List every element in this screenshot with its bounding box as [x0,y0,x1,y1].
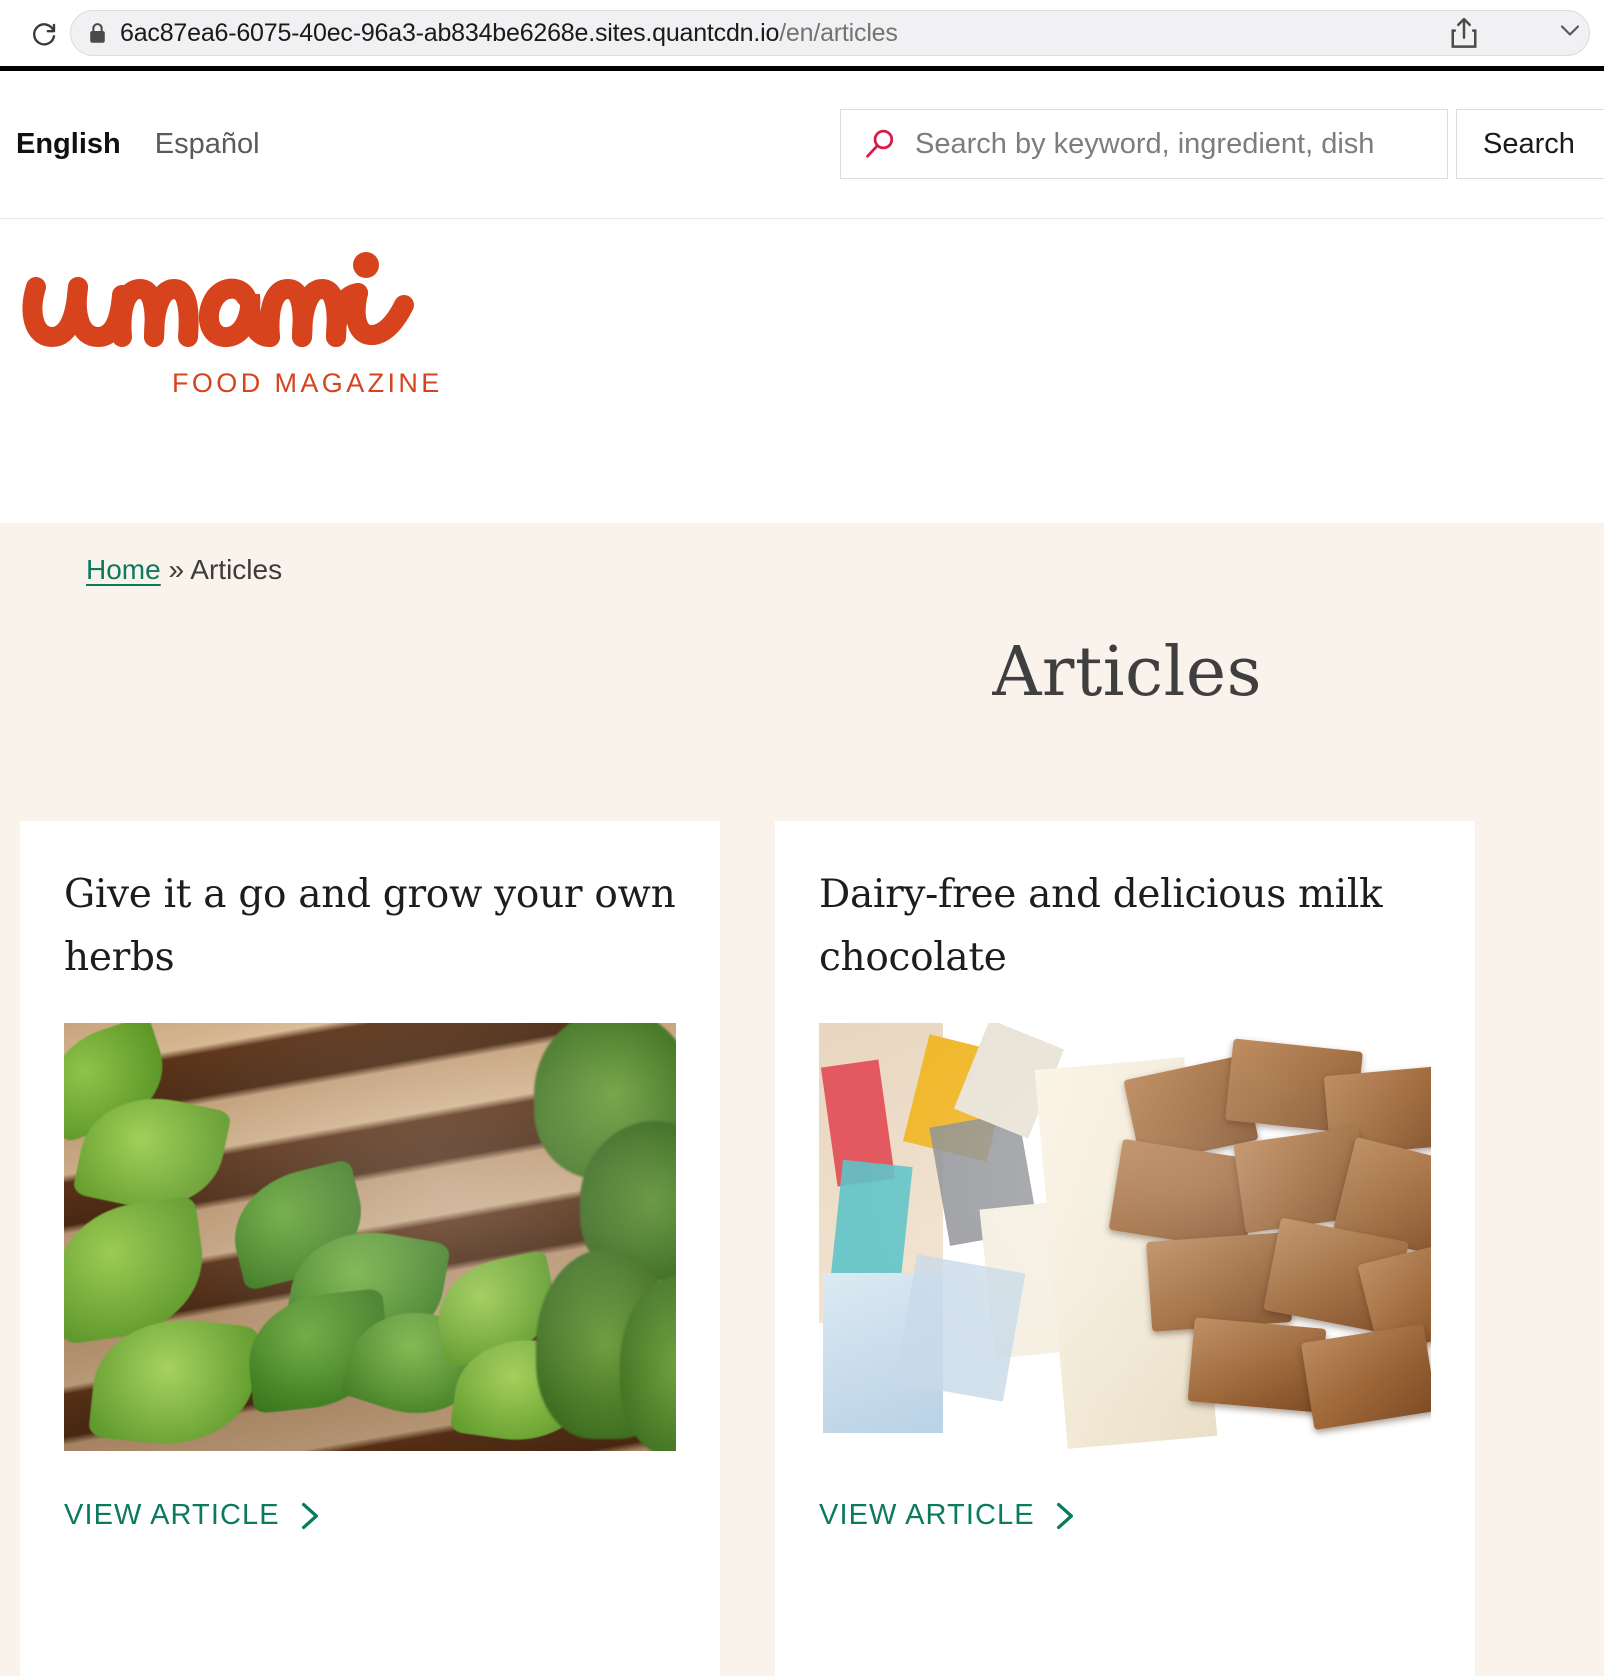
view-article-link[interactable]: VIEW ARTICLE [819,1499,1077,1532]
article-card-grid: Give it a go and grow your own herbs VIE… [20,821,1475,1676]
search-submit-button[interactable]: Search [1456,109,1604,179]
view-article-link[interactable]: VIEW ARTICLE [64,1499,322,1532]
address-bar[interactable]: 6ac87ea6-6075-40ec-96a3-ab834be6268e.sit… [70,10,1590,56]
breadcrumb: Home » Articles [86,554,282,586]
chevron-right-icon [301,1502,318,1529]
language-option-english[interactable]: English [16,128,121,161]
site-header-logo-band: FOOD MAGAZINE [0,219,1604,523]
chevron-right-icon [1056,1502,1073,1529]
umami-wordmark [22,252,414,348]
view-article-label: VIEW ARTICLE [64,1499,280,1532]
toolbar-overflow-button[interactable] [1559,23,1581,44]
reload-icon [33,23,56,46]
page-title: Articles [992,633,1262,712]
reload-button[interactable] [18,17,70,49]
chevron-down-icon [1560,25,1580,36]
url-path: /en/articles [779,18,898,47]
article-card[interactable]: Give it a go and grow your own herbs VIE… [20,821,720,1676]
article-card-title: Dairy-free and delicious milk chocolate [819,872,1383,981]
chocolate-photo [819,1023,1431,1452]
language-option-espanol[interactable]: Español [155,128,260,161]
article-card-title: Give it a go and grow your own herbs [64,872,676,981]
article-card[interactable]: Dairy-free and delicious milk chocolate [775,821,1475,1676]
share-button[interactable] [1449,16,1479,50]
article-card-image [64,1023,676,1452]
browser-toolbar: 6ac87ea6-6075-40ec-96a3-ab834be6268e.sit… [0,0,1604,66]
url-text: 6ac87ea6-6075-40ec-96a3-ab834be6268e.sit… [120,19,898,48]
page-body: Home » Articles Articles Give it a go an… [0,523,1604,1676]
search-field-wrapper[interactable] [840,109,1448,179]
search-icon [863,127,897,161]
url-domain: 6ac87ea6-6075-40ec-96a3-ab834be6268e.sit… [120,18,780,47]
breadcrumb-separator: » [168,554,185,585]
lock-icon [89,22,106,44]
share-icon [1451,17,1477,48]
view-article-label: VIEW ARTICLE [819,1499,1035,1532]
language-switcher: English Español [16,128,260,161]
site-logo-link[interactable]: FOOD MAGAZINE [14,241,443,399]
site-utility-bar: English Español Search [0,71,1604,219]
breadcrumb-current: Articles [190,554,283,585]
breadcrumb-home-link[interactable]: Home [86,554,161,585]
herbs-photo [64,1023,676,1452]
search-form: Search [840,109,1604,179]
search-input[interactable] [915,127,1435,161]
brand-tagline: FOOD MAGAZINE [172,368,443,398]
article-card-image [819,1023,1431,1452]
